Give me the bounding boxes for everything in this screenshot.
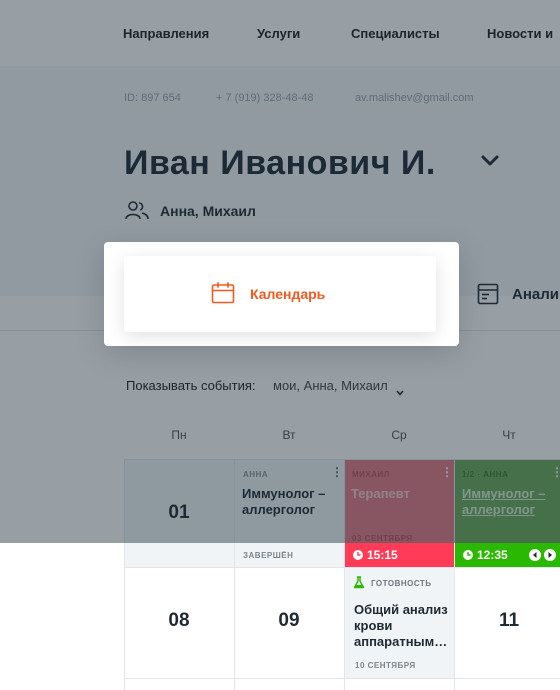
prev-arrow-icon[interactable] — [529, 548, 541, 566]
day-number: 08 — [168, 610, 190, 631]
clock-icon — [352, 548, 364, 566]
flask-icon — [353, 576, 365, 594]
grid-line — [124, 678, 560, 679]
calendar-icon — [211, 282, 235, 309]
event-time: 15:15 — [367, 548, 398, 562]
event-title[interactable]: Общий анализ крови аппаратным… — [354, 602, 450, 650]
day-number: 11 — [498, 610, 520, 631]
event-status: ГОТОВНОСТЬ — [371, 579, 432, 588]
tab-calendar-label: Календарь — [250, 286, 326, 302]
event-time: 12:35 — [477, 548, 508, 562]
clock-icon — [462, 548, 474, 566]
day-number: 09 — [278, 610, 300, 631]
event-date: 10 СЕНТЯБРЯ — [355, 661, 416, 670]
grid-line — [124, 567, 560, 568]
event-status: ЗАВЕРШЁН — [243, 551, 294, 560]
next-arrow-icon[interactable] — [544, 548, 556, 566]
